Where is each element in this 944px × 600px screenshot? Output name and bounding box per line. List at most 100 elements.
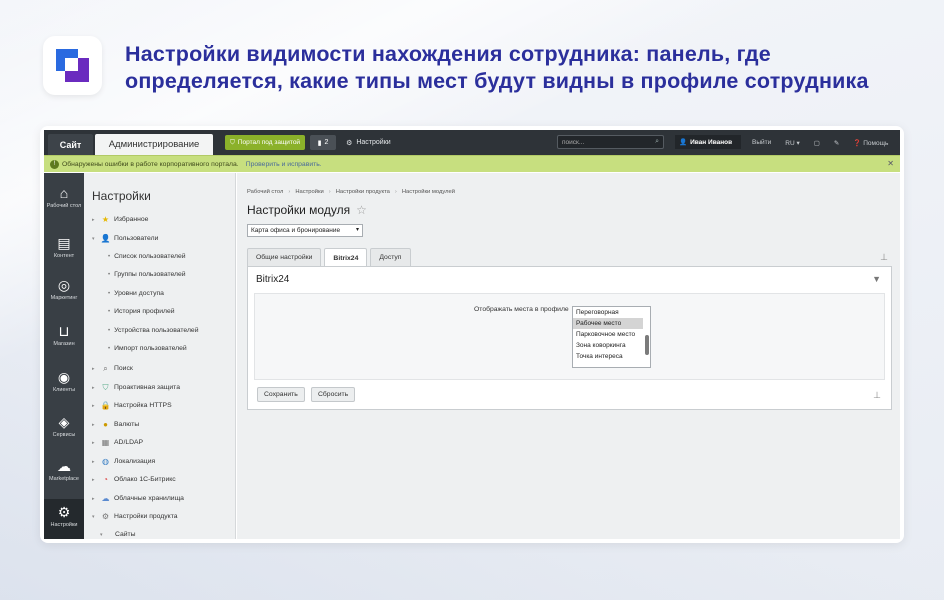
panel-body: Отображать места в профиле Переговорная … [254, 293, 885, 380]
cloud-download-icon: ☁ [57, 458, 71, 474]
option-meeting-room[interactable]: Переговорная [573, 307, 643, 318]
star-icon[interactable]: ☆ [356, 203, 367, 217]
option-parking[interactable]: Парковочное место [573, 329, 643, 340]
settings-panel: Bitrix24 ▼ Отображать места в профиле Пе… [247, 266, 892, 410]
module-select[interactable]: Карта офиса и бронирование ▾ [247, 224, 363, 237]
sidebar-clients[interactable]: ◉ Клиенты [44, 369, 84, 393]
reset-button[interactable]: Сбросить [311, 387, 356, 402]
user-menu[interactable]: 👤 Иван Иванов [675, 135, 741, 149]
menu-item-cloud-storage[interactable]: ▸ ☁ Облачные хранилища [92, 494, 184, 503]
sidebar-settings[interactable]: ⚙ Настройки [44, 499, 84, 539]
shield-icon: ⛉ [230, 138, 235, 146]
server-icon: ▦ [101, 438, 110, 447]
icon-sidebar: ⌂ Рабочий стол ▤ Контент ◎ Маркетинг ⊔ М… [44, 173, 84, 539]
gear-icon: ⚙ [101, 512, 110, 521]
document-icon: ▤ [57, 235, 71, 251]
user-icon: 👤 [679, 139, 688, 146]
star-icon: ★ [101, 215, 110, 224]
menu-item-users[interactable]: ▾ 👤 Пользователи [92, 234, 158, 243]
places-multiselect[interactable]: Переговорная Рабочее место Парковочное м… [572, 306, 651, 368]
save-button[interactable]: Сохранить [257, 387, 305, 402]
cloud-storage-icon: ☁ [101, 494, 110, 503]
shield-icon: ⛉ [102, 382, 109, 392]
menu-item-proactive[interactable]: ▸ ⛉ Проактивная защита [92, 383, 180, 392]
search-icon: ⌕ [103, 363, 108, 373]
menu-item-profile-history[interactable]: • История профилей [108, 308, 175, 315]
logout-link[interactable]: Выйти [752, 139, 771, 146]
user-icon: 👤 [100, 234, 111, 243]
cloud-icon: ◔ [103, 475, 108, 484]
breadcrumb-item[interactable]: Настройки продукта [336, 189, 390, 195]
search-input[interactable]: поиск... ⌕ [557, 135, 664, 149]
breadcrumb-item[interactable]: Настройки [295, 189, 323, 195]
clients-icon: ◉ [57, 369, 71, 385]
menu-item-user-import[interactable]: • Импорт пользователей [108, 345, 187, 352]
page-title: Настройки модуля ☆ [247, 203, 367, 217]
sidebar-marketing[interactable]: ◎ Маркетинг [44, 277, 84, 301]
pin-icon[interactable]: ✎ [834, 139, 839, 147]
menu-item-ldap[interactable]: ▸ ▦ AD/LDAP [92, 438, 143, 447]
sidebar-services[interactable]: ◈ Сервисы [44, 414, 84, 438]
pin-icon[interactable]: ⊥ [873, 390, 881, 401]
menu-item-product-settings[interactable]: ▾ ⚙ Настройки продукта [92, 512, 178, 521]
error-notice: ! Обнаружены ошибки в работе корпоративн… [44, 155, 900, 172]
pin-icon[interactable]: ⊥ [880, 252, 888, 263]
menu-item-user-groups[interactable]: • Группы пользователей [108, 271, 186, 278]
breadcrumb: Рабочий стол › Настройки › Настройки проду… [247, 189, 455, 195]
menu-item-search[interactable]: ▸ ⌕ Поиск [92, 364, 133, 373]
home-icon: ⌂ [59, 185, 69, 201]
top-right-controls: Выйти RU ▾ ▢ ✎ ❓ Помощь [752, 130, 888, 155]
sidebar-content[interactable]: ▤ Контент [44, 235, 84, 259]
globe-icon: ◍ [102, 457, 109, 466]
scrollbar[interactable] [645, 335, 649, 355]
tab-bitrix24[interactable]: Bitrix24 [324, 248, 368, 267]
warning-icon: ! [50, 159, 59, 169]
close-icon[interactable]: ✕ [887, 159, 894, 168]
portal-protection-button[interactable]: ⛉ Портал под защитой [225, 135, 306, 150]
option-coworking[interactable]: Зона коворкинга [573, 340, 643, 351]
breadcrumb-item[interactable]: Настройки модулей [402, 189, 455, 195]
basket-icon: ⊔ [58, 323, 70, 339]
gear-icon: ⚙ [346, 139, 353, 147]
coins-icon: ● [103, 420, 108, 429]
settings-tabs: Общие настройки Bitrix24 Доступ [247, 248, 411, 267]
admin-app: Сайт Администрирование ⛉ Портал под защи… [44, 130, 900, 539]
menu-item-https[interactable]: ▸ 🔒 Настройка HTTPS [92, 401, 172, 410]
help-link[interactable]: ❓ Помощь [853, 139, 888, 147]
top-settings-link[interactable]: ⚙ Настройки [346, 139, 391, 147]
tab-access[interactable]: Доступ [370, 248, 411, 266]
window-icon[interactable]: ▢ [814, 139, 820, 147]
option-point-of-interest[interactable]: Точка интереса [573, 351, 643, 362]
tab-site[interactable]: Сайт [48, 134, 93, 155]
menu-item-user-list[interactable]: • Список пользователей [108, 253, 186, 260]
top-bar: Сайт Администрирование ⛉ Портал под защи… [44, 130, 900, 155]
fix-link[interactable]: Проверить и исправить. [246, 161, 322, 168]
tab-admin[interactable]: Администрирование [95, 134, 213, 155]
breadcrumb-item[interactable]: Рабочий стол [247, 189, 283, 195]
panel-title: Bitrix24 [256, 274, 290, 285]
layers-icon: ◈ [58, 414, 70, 430]
chevron-down-icon: ▾ [355, 227, 359, 233]
notifications-button[interactable]: ▮ 2 [310, 135, 337, 150]
menu-item-localization[interactable]: ▸ ◍ Локализация [92, 457, 155, 466]
tab-general[interactable]: Общие настройки [247, 248, 322, 266]
menu-item-user-devices[interactable]: • Устройства пользователей [108, 327, 199, 334]
settings-menu: Настройки ▸ ★ Избранное ▾ 👤 Пользователи • Сп… [84, 173, 236, 539]
search-icon: ⌕ [655, 138, 659, 145]
collapse-icon[interactable]: ▼ [872, 274, 881, 284]
menu-item-access-levels[interactable]: • Уровни доступа [108, 290, 164, 297]
menu-item-cloud-bitrix[interactable]: ▸ ◔ Облако 1С-Битрикс [92, 475, 176, 484]
menu-item-sites[interactable]: ▾ Сайты [100, 531, 136, 538]
notification-icon: ▮ [317, 139, 322, 147]
sidebar-desktop[interactable]: ⌂ Рабочий стол [44, 185, 84, 209]
menu-item-favorites[interactable]: ▸ ★ Избранное [92, 215, 148, 224]
option-workplace[interactable]: Рабочее место [573, 318, 643, 329]
language-select[interactable]: RU ▾ [785, 139, 799, 147]
sidebar-shop[interactable]: ⊔ Магазин [44, 323, 84, 347]
target-icon: ◎ [57, 277, 71, 293]
menu-item-currencies[interactable]: ▸ ● Валюты [92, 420, 139, 429]
sidebar-marketplace[interactable]: ☁ Marketplace [44, 458, 84, 482]
screenshot-window: Сайт Администрирование ⛉ Портал под защи… [40, 126, 904, 543]
field-label: Отображать места в профиле [474, 306, 569, 313]
lock-icon: 🔒 [100, 401, 111, 410]
